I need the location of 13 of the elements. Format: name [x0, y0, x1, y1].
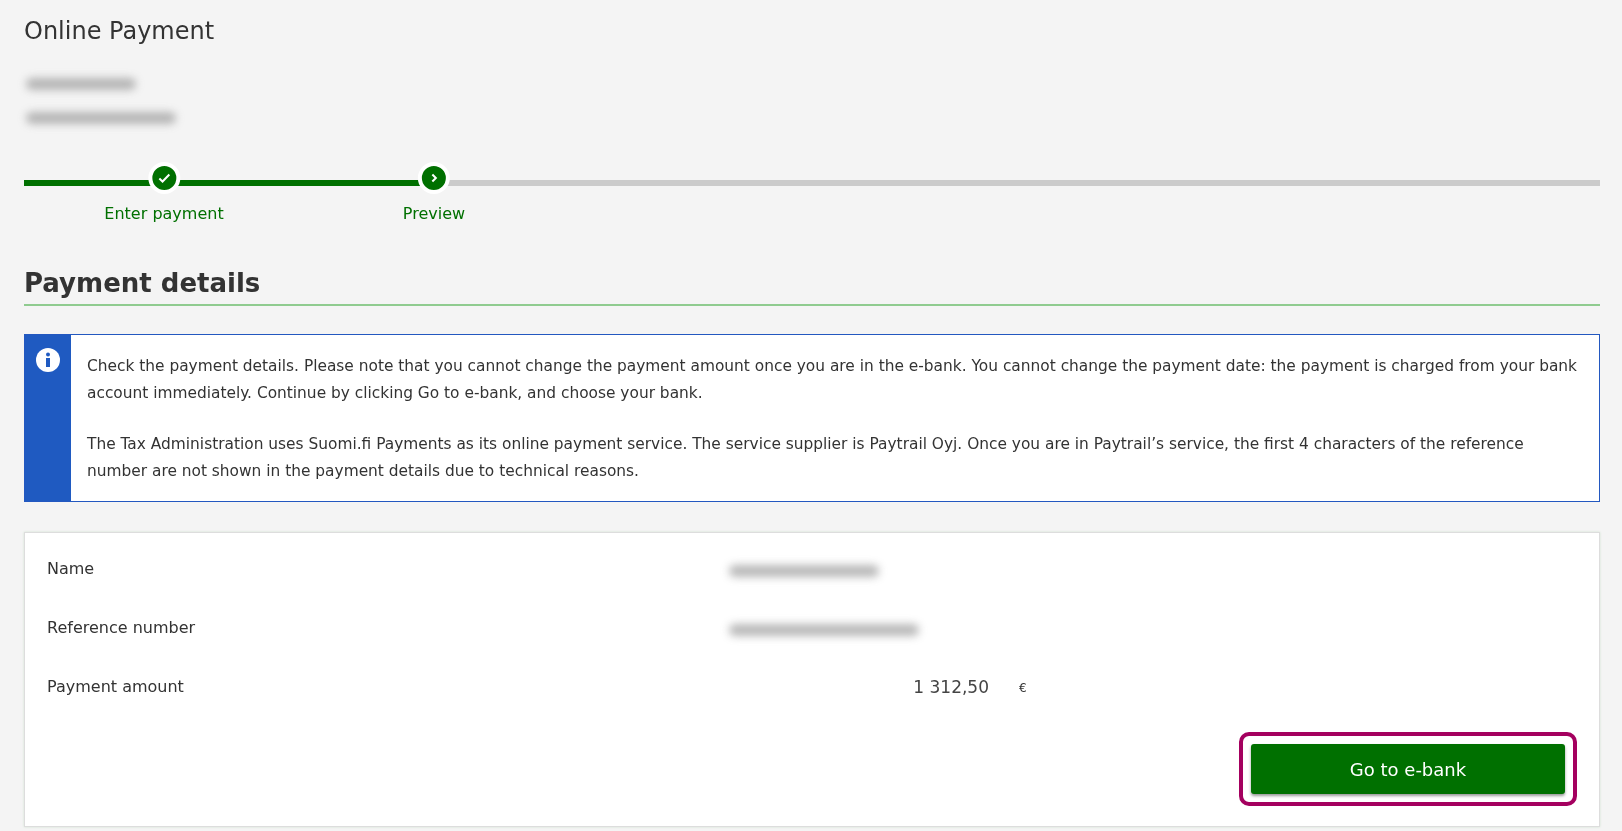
go-to-ebank-button[interactable]: Go to e-bank — [1251, 744, 1565, 794]
info-icon — [35, 347, 61, 373]
detail-label: Payment amount — [47, 677, 184, 696]
currency-unit: € — [1019, 681, 1027, 695]
amount-value: 1 312,50 — [913, 677, 989, 697]
notice-paragraph: Check the payment details. Please note that you cannot change the payment amount once you are in the e-bank. You cannot change the payment date: the payment is charged from your bank account immediately. Continue by clicking Go to e-bank, and choose your bank. — [87, 356, 1578, 404]
notice-paragraph: The Tax Administration uses Suomi.fi Payments as its online payment service. The service supplier is Paytrail Oyj. Once you are in Paytrail’s service, the first 4 characters of the reference number are not shown in the payment details due to technical reasons. — [87, 434, 1525, 482]
step-label: Enter payment — [104, 204, 224, 223]
section-heading: Payment details — [24, 268, 1600, 306]
page-title: Online Payment — [24, 16, 216, 47]
detail-label: Name — [47, 559, 95, 578]
step-label: Preview — [402, 204, 466, 223]
detail-label: Reference number — [47, 618, 196, 637]
